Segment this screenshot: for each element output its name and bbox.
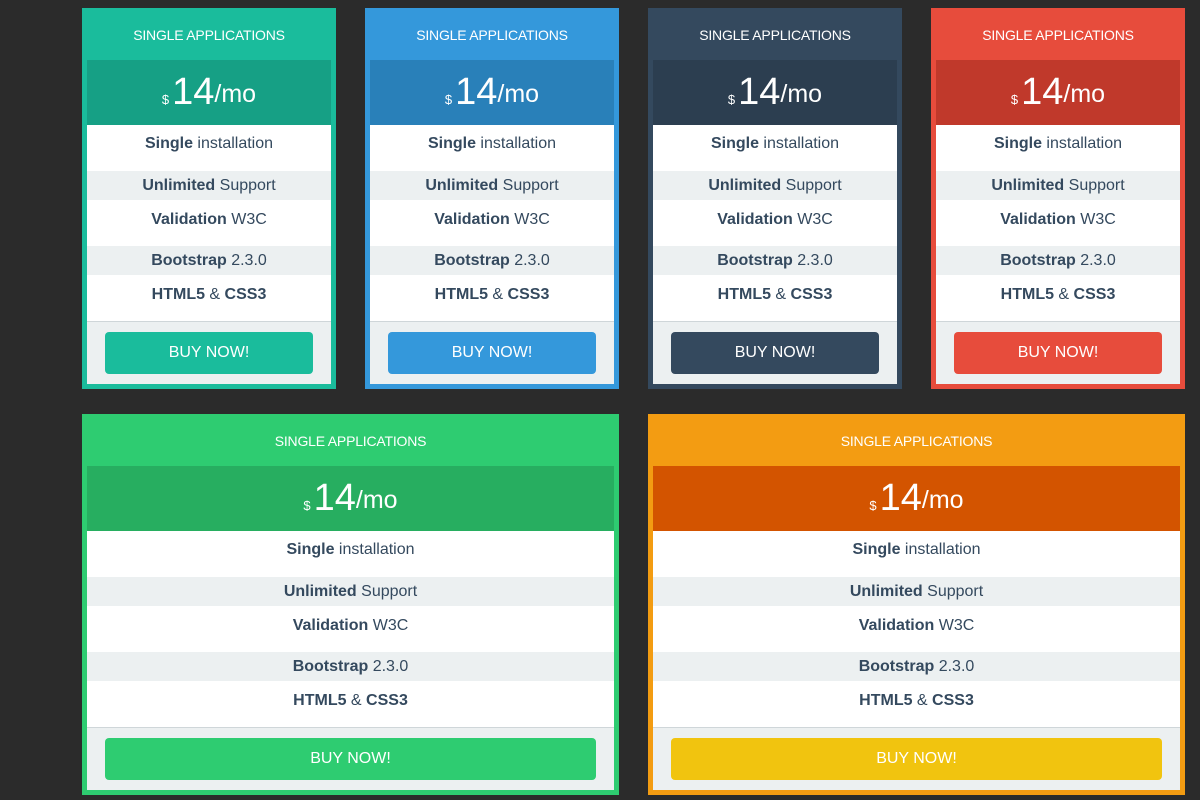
plan-price: $ 14 /mo (87, 466, 614, 531)
feature-item: Single installation (87, 125, 331, 171)
price-amount: 14 (738, 71, 781, 113)
card-footer: BUY NOW! (653, 727, 1180, 790)
price-amount: 14 (313, 477, 356, 519)
price-period: /mo (497, 80, 540, 108)
buy-now-button[interactable]: BUY NOW! (105, 332, 313, 374)
plan-title: SINGLE APPLICATIONS (699, 27, 851, 43)
feature-item: HTML5 & CSS3 (653, 275, 897, 321)
price-period: /mo (1063, 80, 1106, 108)
price-amount: 14 (172, 71, 215, 113)
price-amount: 14 (1021, 71, 1064, 113)
buy-now-button[interactable]: BUY NOW! (671, 332, 879, 374)
card-footer: BUY NOW! (87, 321, 331, 384)
buy-now-button[interactable]: BUY NOW! (105, 738, 596, 780)
feature-item: Validation W3C (653, 606, 1180, 652)
feature-item: Unlimited Support (653, 171, 897, 200)
feature-item: Single installation (87, 531, 614, 577)
feature-item: HTML5 & CSS3 (370, 275, 614, 321)
feature-list: Single installation Unlimited Support Va… (653, 531, 1180, 727)
pricing-card-navy: SINGLE APPLICATIONS $ 14 /mo Single inst… (648, 8, 902, 389)
feature-item: Bootstrap 2.3.0 (653, 652, 1180, 681)
price-currency: $ (1010, 92, 1019, 107)
feature-item: Validation W3C (87, 200, 331, 246)
plan-title: SINGLE APPLICATIONS (840, 433, 993, 449)
plan-title: SINGLE APPLICATIONS (416, 27, 568, 43)
feature-item: HTML5 & CSS3 (87, 681, 614, 727)
price-period: /mo (780, 80, 823, 108)
price-amount: 14 (455, 71, 498, 113)
feature-list: Single installation Unlimited Support Va… (653, 125, 897, 321)
pricing-card-orange: SINGLE APPLICATIONS $ 14 /mo Single inst… (648, 414, 1185, 795)
price-currency: $ (161, 92, 170, 107)
feature-item: Single installation (653, 531, 1180, 577)
feature-item: Unlimited Support (87, 171, 331, 200)
feature-item: Bootstrap 2.3.0 (936, 246, 1180, 275)
plan-title: SINGLE APPLICATIONS (274, 433, 427, 449)
feature-item: Unlimited Support (653, 577, 1180, 606)
plan-price: $ 14 /mo (370, 60, 614, 125)
pricing-card-red: SINGLE APPLICATIONS $ 14 /mo Single inst… (931, 8, 1185, 389)
plan-price: $ 14 /mo (653, 60, 897, 125)
feature-item: Bootstrap 2.3.0 (653, 246, 897, 275)
price-period: /mo (355, 486, 398, 514)
feature-item: Unlimited Support (370, 171, 614, 200)
plan-price: $ 14 /mo (653, 466, 1180, 531)
plan-price: $ 14 /mo (936, 60, 1180, 125)
feature-item: Validation W3C (87, 606, 614, 652)
buy-now-button[interactable]: BUY NOW! (671, 738, 1162, 780)
price-amount: 14 (879, 477, 922, 519)
price-currency: $ (444, 92, 453, 107)
price-currency: $ (869, 498, 877, 513)
price-currency: $ (303, 498, 311, 513)
feature-item: Unlimited Support (936, 171, 1180, 200)
feature-item: Single installation (370, 125, 614, 171)
card-footer: BUY NOW! (936, 321, 1180, 384)
feature-item: HTML5 & CSS3 (936, 275, 1180, 321)
card-footer: BUY NOW! (653, 321, 897, 384)
plan-title: SINGLE APPLICATIONS (133, 27, 285, 43)
feature-item: Bootstrap 2.3.0 (87, 246, 331, 275)
price-currency: $ (727, 92, 736, 107)
feature-list: Single installation Unlimited Support Va… (936, 125, 1180, 321)
price-period: /mo (921, 486, 964, 514)
feature-item: HTML5 & CSS3 (87, 275, 331, 321)
plan-price: $ 14 /mo (87, 60, 331, 125)
feature-list: Single installation Unlimited Support Va… (87, 531, 614, 727)
price-period: /mo (214, 80, 257, 108)
pricing-card-teal: SINGLE APPLICATIONS $ 14 /mo Single inst… (82, 8, 336, 389)
buy-now-button[interactable]: BUY NOW! (954, 332, 1162, 374)
feature-list: Single installation Unlimited Support Va… (370, 125, 614, 321)
feature-item: Bootstrap 2.3.0 (87, 652, 614, 681)
feature-item: Unlimited Support (87, 577, 614, 606)
feature-item: Validation W3C (653, 200, 897, 246)
feature-item: Bootstrap 2.3.0 (370, 246, 614, 275)
feature-item: Validation W3C (936, 200, 1180, 246)
feature-item: HTML5 & CSS3 (653, 681, 1180, 727)
card-footer: BUY NOW! (370, 321, 614, 384)
feature-list: Single installation Unlimited Support Va… (87, 125, 331, 321)
feature-item: Single installation (936, 125, 1180, 171)
feature-item: Single installation (653, 125, 897, 171)
buy-now-button[interactable]: BUY NOW! (388, 332, 596, 374)
feature-item: Validation W3C (370, 200, 614, 246)
pricing-card-green: SINGLE APPLICATIONS $ 14 /mo Single inst… (82, 414, 619, 795)
card-footer: BUY NOW! (87, 727, 614, 790)
plan-title: SINGLE APPLICATIONS (982, 27, 1134, 43)
pricing-card-blue: SINGLE APPLICATIONS $ 14 /mo Single inst… (365, 8, 619, 389)
